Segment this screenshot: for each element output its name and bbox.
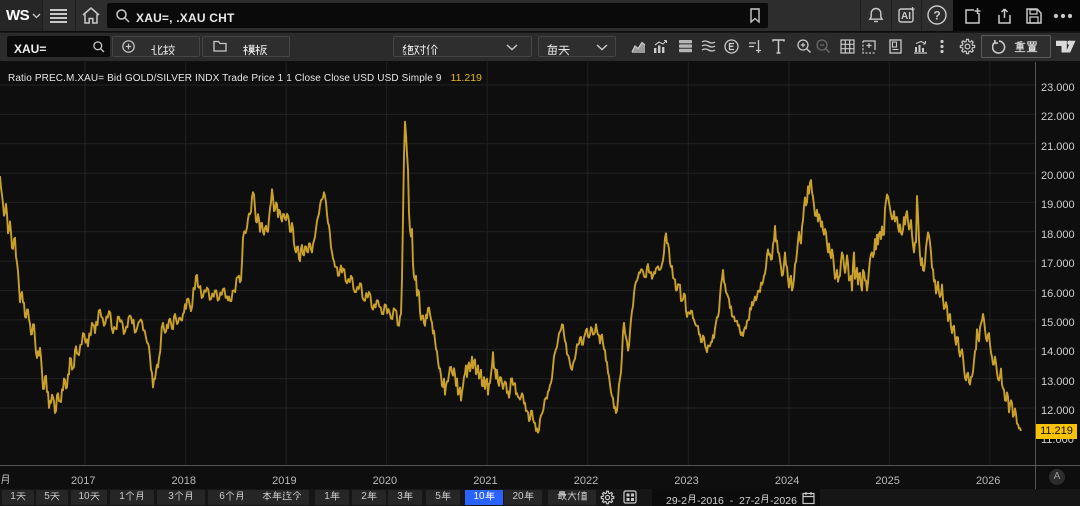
svg-text:?: ? bbox=[933, 9, 940, 23]
svg-text:AI: AI bbox=[901, 11, 911, 22]
